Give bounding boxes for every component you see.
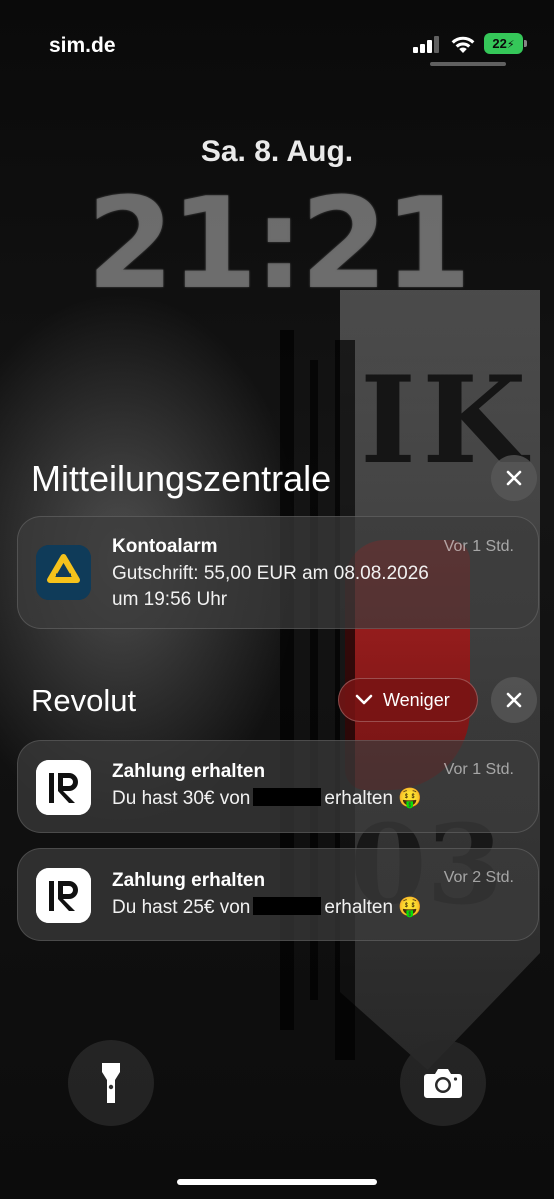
notification-body-prefix: Du hast 30€ von bbox=[112, 788, 251, 809]
notification-body: Du hast 30€ von erhalten 🤑 bbox=[112, 786, 422, 812]
camera-button[interactable] bbox=[400, 1040, 486, 1126]
lockscreen-clock: 21:21 bbox=[86, 170, 471, 317]
revolut-group-title: Revolut bbox=[31, 683, 137, 718]
notification-card-kontoalarm[interactable]: Kontoalarm Vor 1 Std. Gutschrift: 55,00 … bbox=[17, 516, 539, 629]
battery-level: 22 bbox=[492, 36, 507, 51]
flashlight-button[interactable] bbox=[68, 1040, 154, 1126]
redacted-name bbox=[253, 788, 322, 806]
notification-time: Vor 2 Std. bbox=[443, 869, 514, 886]
notification-body-prefix: Du hast 25€ von bbox=[112, 897, 251, 918]
notification-time: Vor 1 Std. bbox=[443, 761, 514, 778]
clear-notifications-button[interactable] bbox=[491, 455, 537, 501]
notification-body-suffix: erhalten 🤑 bbox=[324, 897, 422, 918]
status-underline bbox=[430, 62, 506, 66]
revolut-icon bbox=[36, 868, 91, 923]
notification-center-title: Mitteilungszentrale bbox=[31, 458, 332, 499]
close-icon bbox=[506, 470, 522, 486]
notification-body: Du hast 25€ von erhalten 🤑 bbox=[112, 895, 422, 921]
show-less-label: Weniger bbox=[383, 689, 450, 710]
notification-body: Gutschrift: 55,00 EUR am 08.08.2026 um 1… bbox=[112, 561, 429, 613]
revolut-icon bbox=[36, 760, 91, 815]
lockscreen-date: Sa. 8. Aug. bbox=[200, 135, 354, 168]
notification-title: Zahlung erhalten bbox=[112, 870, 266, 891]
notification-time: Vor 1 Std. bbox=[443, 538, 514, 555]
close-icon bbox=[506, 692, 522, 708]
wifi-icon bbox=[451, 36, 475, 53]
notification-card-revolut[interactable]: Zahlung erhalten Vor 2 Std. Du hast 25€ … bbox=[17, 848, 539, 941]
camera-icon bbox=[424, 1069, 462, 1098]
redacted-name bbox=[253, 897, 322, 915]
notification-title: Zahlung erhalten bbox=[112, 761, 266, 782]
carrier-name: sim.de bbox=[49, 34, 116, 57]
flashlight-icon bbox=[102, 1063, 120, 1103]
cellular-signal-icon bbox=[413, 36, 439, 53]
chevron-down-icon bbox=[355, 694, 373, 705]
notification-body-suffix: erhalten 🤑 bbox=[324, 788, 422, 809]
notification-title: Kontoalarm bbox=[112, 536, 218, 557]
clear-revolut-button[interactable] bbox=[491, 677, 537, 723]
battery-indicator: 22⚡ bbox=[484, 33, 527, 54]
show-less-button[interactable]: Weniger bbox=[338, 678, 478, 722]
home-indicator[interactable] bbox=[177, 1179, 377, 1185]
notification-card-revolut[interactable]: Zahlung erhalten Vor 1 Std. Du hast 30€ … bbox=[17, 740, 539, 833]
notification-body-line: um 19:56 Uhr bbox=[112, 589, 228, 610]
commerzbank-icon bbox=[36, 545, 91, 600]
notification-body-line: Gutschrift: 55,00 EUR am 08.08.2026 bbox=[112, 563, 429, 584]
